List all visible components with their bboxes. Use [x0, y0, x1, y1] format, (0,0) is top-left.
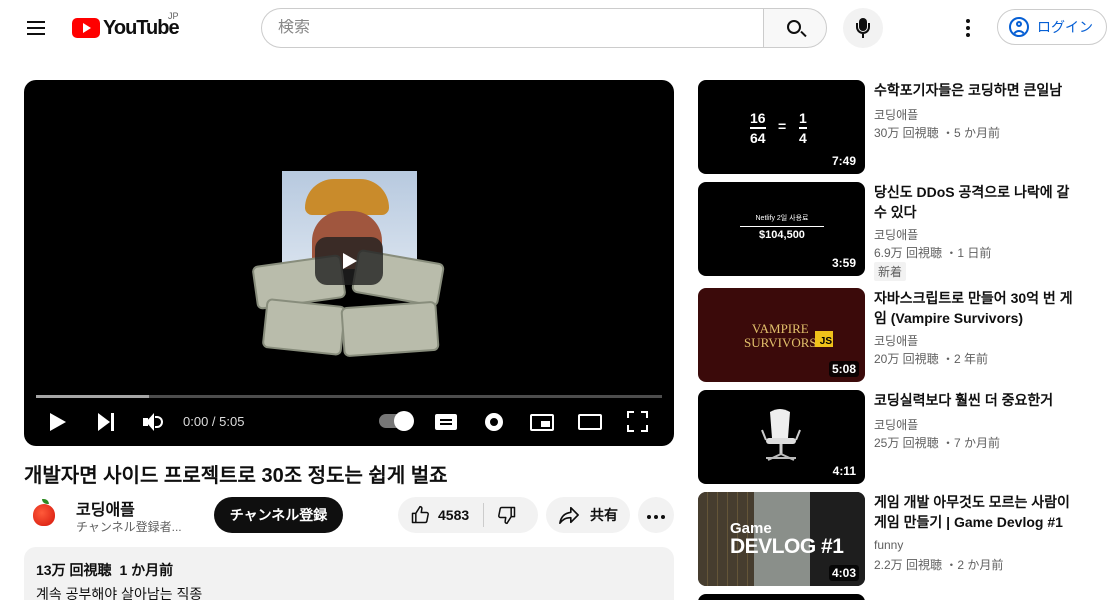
recommendation-title[interactable]: 자바스크립트로 만들어 30억 번 게임 (Vampire Survivors): [874, 288, 1084, 328]
share-icon: [559, 506, 579, 524]
thumb-line1: VAMPIRE: [751, 321, 809, 336]
search-box: [261, 8, 764, 48]
recommendation-thumbnail-partial[interactable]: [698, 594, 865, 600]
masthead: YouTube JP ログイン: [0, 0, 1109, 56]
recommendation-item[interactable]: 16 64 = 1 4 7:49 수학포기자들은 코딩하면 큰일남 코딩애플 3…: [698, 80, 1098, 174]
search-input[interactable]: [278, 19, 764, 37]
description-text: 계속 공부해야 살아남는 직종: [36, 586, 203, 600]
channel-avatar[interactable]: [28, 499, 60, 531]
thumb-amount: $104,500: [759, 229, 805, 241]
new-badge: 新着: [874, 262, 907, 281]
thumb-fraction-den: 4: [799, 130, 807, 146]
settings-more-icon[interactable]: [956, 16, 980, 40]
thumb-fraction-den: 64: [750, 130, 766, 146]
channel-name[interactable]: 코딩애플: [76, 496, 135, 520]
recommendation-meta: 25万 回視聴 ・7 か月前: [874, 436, 1001, 450]
video-player[interactable]: 0:00 / 5:05: [24, 80, 674, 446]
thumb-fraction-num: 16: [750, 110, 766, 126]
fullscreen-icon[interactable]: [627, 411, 648, 432]
recommendation-thumbnail: 16 64 = 1 4 7:49: [698, 80, 865, 174]
video-duration: 5:08: [828, 361, 859, 377]
recommendation-channel[interactable]: funny: [874, 538, 903, 552]
video-duration: 3:59: [828, 255, 859, 271]
js-badge: JS: [815, 331, 833, 347]
voice-search-button[interactable]: [843, 8, 883, 48]
autoplay-toggle[interactable]: [379, 411, 414, 431]
login-button[interactable]: ログイン: [997, 9, 1107, 45]
time-display: 0:00 / 5:05: [183, 414, 245, 429]
theater-mode-icon[interactable]: [578, 414, 602, 430]
play-logo-icon: [72, 18, 100, 38]
youtube-logo[interactable]: YouTube JP: [72, 11, 180, 40]
subtitles-icon[interactable]: [435, 414, 457, 430]
recommendation-thumbnail: Game DEVLOG #1 4:03: [698, 492, 865, 586]
login-label: ログイン: [1037, 19, 1093, 35]
money-stack: [340, 300, 440, 358]
thumbs-down-icon: [498, 506, 516, 525]
play-icon[interactable]: [50, 413, 66, 431]
video-duration: 4:11: [829, 463, 859, 479]
like-button[interactable]: 4583: [398, 497, 483, 533]
settings-gear-icon[interactable]: [485, 413, 503, 431]
miniplayer-icon[interactable]: [530, 414, 554, 431]
video-title: 개발자면 사이드 프로젝트로 30조 정도는 쉽게 벌죠: [24, 465, 448, 487]
recommendation-title[interactable]: 게임 개발 아무것도 모르는 사람이 게임 만들기 | Game Devlog …: [874, 492, 1084, 532]
thumb-fraction-num: 1: [799, 110, 807, 126]
subscribe-button[interactable]: チャンネル登録: [214, 497, 343, 533]
share-label: 共有: [590, 507, 618, 523]
share-button[interactable]: 共有: [546, 497, 630, 533]
recommendation-meta: 20万 回視聴 ・2 年前: [874, 352, 989, 366]
large-play-button[interactable]: [315, 237, 383, 285]
video-duration: 7:49: [828, 153, 859, 169]
apple-icon: [33, 499, 55, 526]
recommendation-channel[interactable]: 코딩애플: [874, 332, 918, 349]
user-icon: [1009, 17, 1029, 37]
next-icon[interactable]: [98, 413, 116, 431]
subscriber-count: チャンネル登録者...: [76, 520, 182, 534]
recommendation-meta: 6.9万 回視聴 ・1 日前: [874, 246, 992, 260]
thumb-equals: =: [778, 118, 787, 134]
description-box[interactable]: 13万 回視聴 1 か月前 계속 공부해야 살아남는 직종: [24, 547, 674, 600]
like-dislike-group: 4583: [398, 497, 538, 533]
search-icon: [787, 20, 801, 34]
recommendation-item[interactable]: Game DEVLOG #1 4:03 게임 개발 아무것도 모르는 사람이 게…: [698, 492, 1098, 586]
thumb-caption: Netlify 2일 사용료: [740, 213, 824, 227]
thumb-line2: DEVLOG #1: [730, 535, 844, 558]
view-count: 13万 回視聴: [36, 562, 112, 578]
description-meta: 13万 回視聴 1 か月前: [36, 560, 662, 580]
money-stack: [261, 297, 347, 357]
recommendation-thumbnail: 4:11: [698, 390, 865, 484]
video-duration: 4:03: [828, 565, 859, 581]
thumb-line2: SURVIVORS: [744, 335, 817, 350]
recommendation-item[interactable]: Netlify 2일 사용료 $104,500 3:59 당신도 DDoS 공격…: [698, 182, 1098, 281]
volume-icon[interactable]: [143, 412, 165, 432]
recommendation-channel[interactable]: 코딩애플: [874, 106, 918, 123]
buffered-bar: [36, 395, 149, 398]
thumbs-up-icon: [411, 505, 429, 524]
recommendation-meta: 30万 回視聴 ・5 か月前: [874, 126, 1001, 140]
recommendation-item[interactable]: 4:11 코딩실력보다 훨씬 더 중요한거 코딩애플 25万 回視聴 ・7 か月…: [698, 390, 1098, 484]
upload-age: 1 か月前: [119, 562, 174, 578]
recommendation-item[interactable]: VAMPIRE SURVIVORS JS 5:08 자바스크립트로 만들어 30…: [698, 288, 1098, 382]
dislike-button[interactable]: [484, 497, 534, 533]
recommendation-thumbnail: VAMPIRE SURVIVORS JS 5:08: [698, 288, 865, 382]
thumb-game-logo: VAMPIRE SURVIVORS: [744, 322, 817, 350]
progress-bar[interactable]: [36, 395, 662, 398]
recommendation-thumbnail: Netlify 2일 사용료 $104,500 3:59: [698, 182, 865, 276]
like-count: 4583: [438, 507, 470, 523]
recommendation-title[interactable]: 코딩실력보다 훨씬 더 중요한거: [874, 390, 1084, 410]
recommendation-meta: 2.2万 回視聴 ・2 か月前: [874, 558, 1004, 572]
recommendation-channel[interactable]: 코딩애플: [874, 416, 918, 433]
menu-icon[interactable]: [24, 16, 48, 40]
more-actions-button[interactable]: [638, 497, 674, 533]
search-button[interactable]: [763, 8, 827, 48]
recommendation-title[interactable]: 당신도 DDoS 공격으로 나락에 갈 수 있다: [874, 182, 1084, 222]
country-code: JP: [168, 11, 179, 21]
recommendation-channel[interactable]: 코딩애플: [874, 226, 918, 243]
recommendation-title[interactable]: 수학포기자들은 코딩하면 큰일남: [874, 80, 1084, 100]
more-horizontal-icon: [646, 506, 667, 524]
